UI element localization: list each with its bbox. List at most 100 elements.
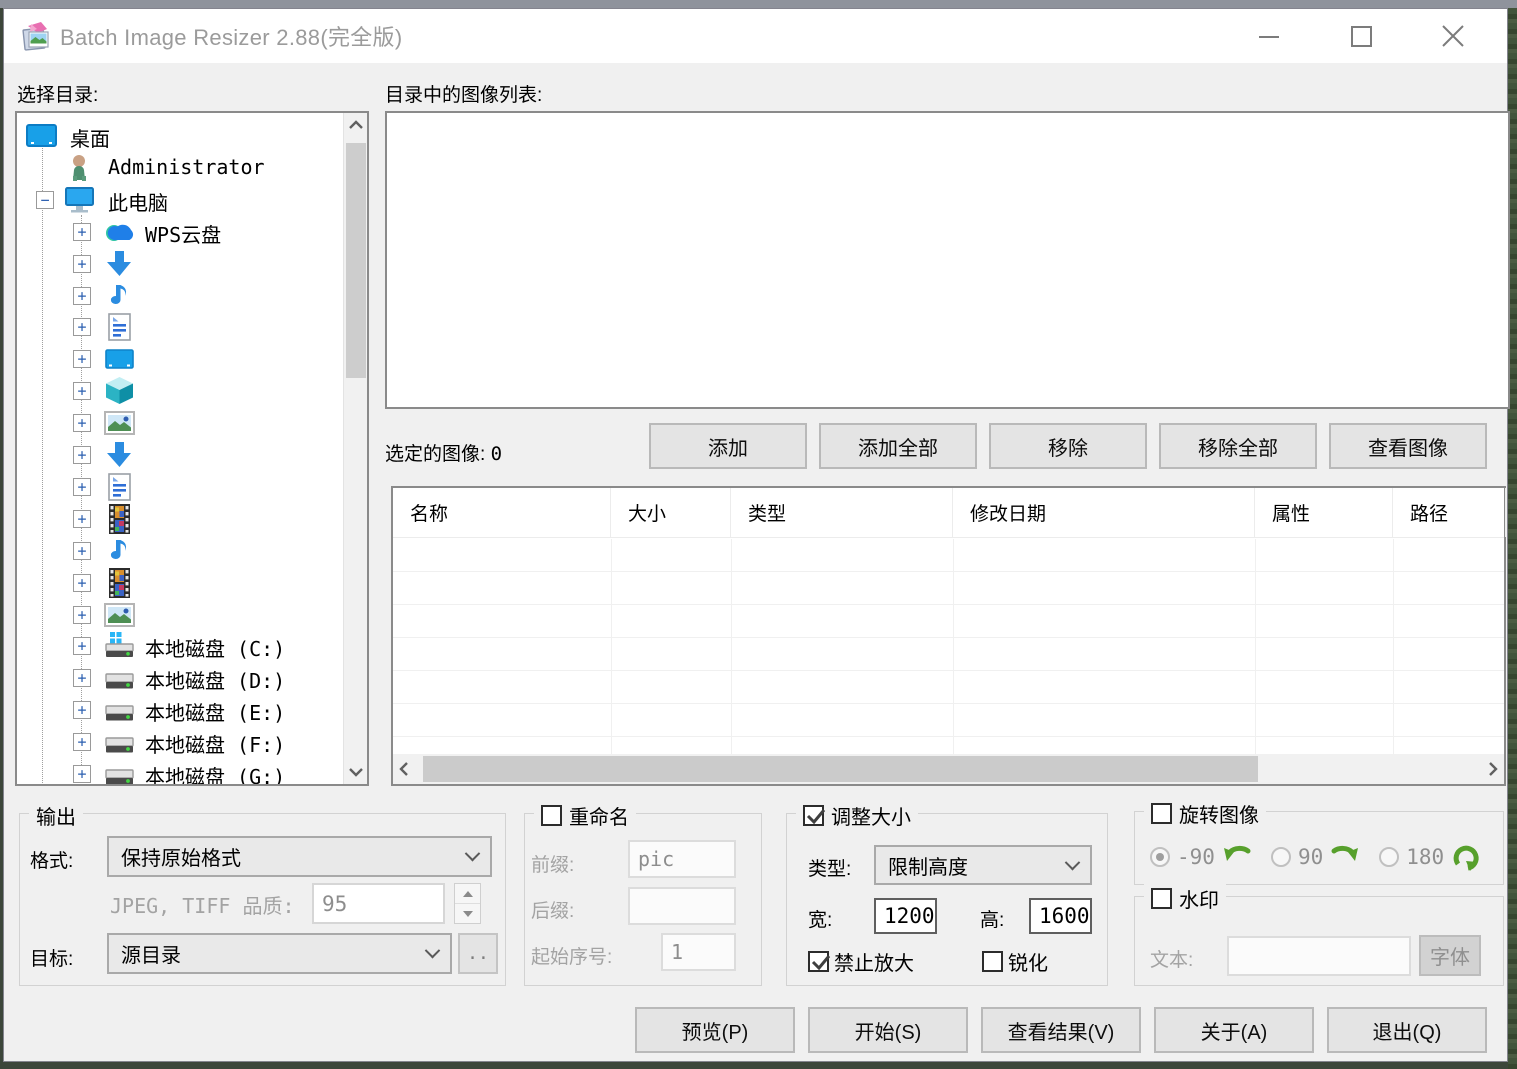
quality-input[interactable]: 95 [312,883,445,924]
selected-images-table[interactable]: 名称大小类型修改日期属性路径 [391,486,1506,786]
tree-expand-toggle[interactable]: + [73,350,91,368]
bottom-button[interactable]: 关于(A) [1154,1007,1314,1053]
watermark-checkbox[interactable] [1151,888,1172,909]
stepper-up-icon[interactable] [455,884,480,904]
tree-item[interactable]: + [17,407,343,439]
scroll-left-icon[interactable] [393,754,415,784]
tree-expand-toggle[interactable]: + [73,542,91,560]
table-column-header[interactable]: 名称 [393,488,611,537]
tree-expand-toggle[interactable]: + [73,478,91,496]
rotate-radio[interactable] [1150,847,1170,867]
tree-item[interactable]: + [17,311,343,343]
table-column-header[interactable]: 属性 [1255,488,1393,537]
tree-expand-toggle[interactable]: − [36,191,54,209]
action-button[interactable]: 查看图像 [1329,423,1487,469]
tree-item-label: WPS云盘 [145,219,221,248]
tree-item[interactable]: Administrator [17,152,343,184]
tree-item[interactable]: + [17,535,343,567]
table-column-header[interactable]: 修改日期 [953,488,1255,537]
suffix-input[interactable] [628,887,736,925]
tree-item[interactable]: + [17,375,343,407]
action-button[interactable]: 添加全部 [819,423,977,469]
selected-count-value: 0 [491,443,502,465]
action-button[interactable]: 添加 [649,423,807,469]
tree-expand-toggle[interactable]: + [73,382,91,400]
action-button[interactable]: 移除 [989,423,1147,469]
table-scrollbar-thumb[interactable] [423,756,1258,782]
watermark-font-button[interactable]: 字体 [1419,935,1481,976]
tree-expand-toggle[interactable]: + [73,637,91,655]
tree-item[interactable]: + [17,280,343,312]
format-select[interactable]: 保持原始格式 [107,836,492,877]
maximize-button[interactable] [1332,9,1390,63]
tree-item[interactable]: + [17,439,343,471]
prefix-input[interactable]: pic [628,840,736,878]
rotate-radio[interactable] [1379,847,1399,867]
tree-expand-toggle[interactable]: + [73,446,91,464]
table-column-header[interactable]: 大小 [611,488,731,537]
close-button[interactable] [1424,9,1482,63]
bottom-button[interactable]: 预览(P) [635,1007,795,1053]
tree-item[interactable]: + [17,248,343,280]
tree-expand-toggle[interactable]: + [73,510,91,528]
tree-item[interactable]: + 本地磁盘 (C:) [17,630,343,662]
rotate-radio[interactable] [1271,847,1291,867]
no-upscale-checkbox[interactable] [808,951,829,972]
target-select[interactable]: 源目录 [107,933,452,974]
sharpen-checkbox[interactable] [982,951,1003,972]
watermark-text-input[interactable] [1227,936,1411,976]
tree-expand-toggle[interactable]: + [73,255,91,273]
quality-stepper[interactable] [454,883,481,924]
table-column-header[interactable]: 路径 [1393,488,1506,537]
bottom-button[interactable]: 查看结果(V) [981,1007,1141,1053]
minimize-button[interactable] [1240,9,1298,63]
image-listbox[interactable] [385,111,1510,409]
height-input[interactable]: 1600 [1029,898,1092,934]
rename-checkbox[interactable] [541,805,562,826]
tree-expand-toggle[interactable]: + [73,701,91,719]
rotate-checkbox[interactable] [1151,803,1172,824]
bottom-button[interactable]: 退出(Q) [1327,1007,1487,1053]
suffix-label: 后缀: [531,896,574,923]
tree-item[interactable]: + 本地磁盘 (G:) [17,758,343,784]
chevron-down-icon [1065,854,1081,870]
bottom-button[interactable]: 开始(S) [808,1007,968,1053]
tree-item[interactable]: + [17,471,343,503]
directory-tree[interactable]: 桌面 Administrator − 此电脑 [15,111,369,786]
tree-item[interactable]: + [17,599,343,631]
tree-expand-toggle[interactable]: + [73,287,91,305]
table-horizontal-scrollbar[interactable] [393,754,1504,784]
tree-expand-toggle[interactable]: + [73,669,91,687]
resize-type-select[interactable]: 限制高度 [874,845,1092,885]
scroll-up-icon[interactable] [344,113,368,137]
tree-item[interactable]: + [17,503,343,535]
resize-checkbox[interactable] [803,805,824,826]
width-input[interactable]: 1200 [874,898,937,934]
action-button[interactable]: 移除全部 [1159,423,1317,469]
tree-expand-toggle[interactable]: + [73,414,91,432]
tree-expand-toggle[interactable]: + [73,606,91,624]
scroll-down-icon[interactable] [344,760,368,784]
tree-expand-toggle[interactable]: + [73,574,91,592]
table-column-header[interactable]: 类型 [731,488,953,537]
tree-expand-toggle[interactable]: + [73,318,91,336]
height-label: 高: [980,905,1004,932]
tree-scrollbar[interactable] [343,113,367,784]
tree-item[interactable]: + 本地磁盘 (D:) [17,662,343,694]
title-bar[interactable]: Batch Image Resizer 2.88(完全版) [4,9,1507,63]
tree-expand-toggle[interactable]: + [73,765,91,783]
tree-expand-toggle[interactable]: + [73,223,91,241]
tree-scrollbar-thumb[interactable] [346,143,366,378]
scroll-right-icon[interactable] [1482,754,1504,784]
browse-target-button[interactable]: .. [458,933,498,974]
tree-item[interactable]: + [17,567,343,599]
tree-item[interactable]: + WPS云盘 [17,216,343,248]
stepper-down-icon[interactable] [455,904,480,923]
tree-item[interactable]: + 本地磁盘 (E:) [17,694,343,726]
tree-item[interactable]: − 此电脑 [17,184,343,216]
tree-item[interactable]: + [17,343,343,375]
tree-expand-toggle[interactable]: + [73,733,91,751]
start-number-input[interactable]: 1 [661,933,736,971]
tree-item[interactable]: 桌面 [17,120,343,152]
tree-item[interactable]: + 本地磁盘 (F:) [17,726,343,758]
